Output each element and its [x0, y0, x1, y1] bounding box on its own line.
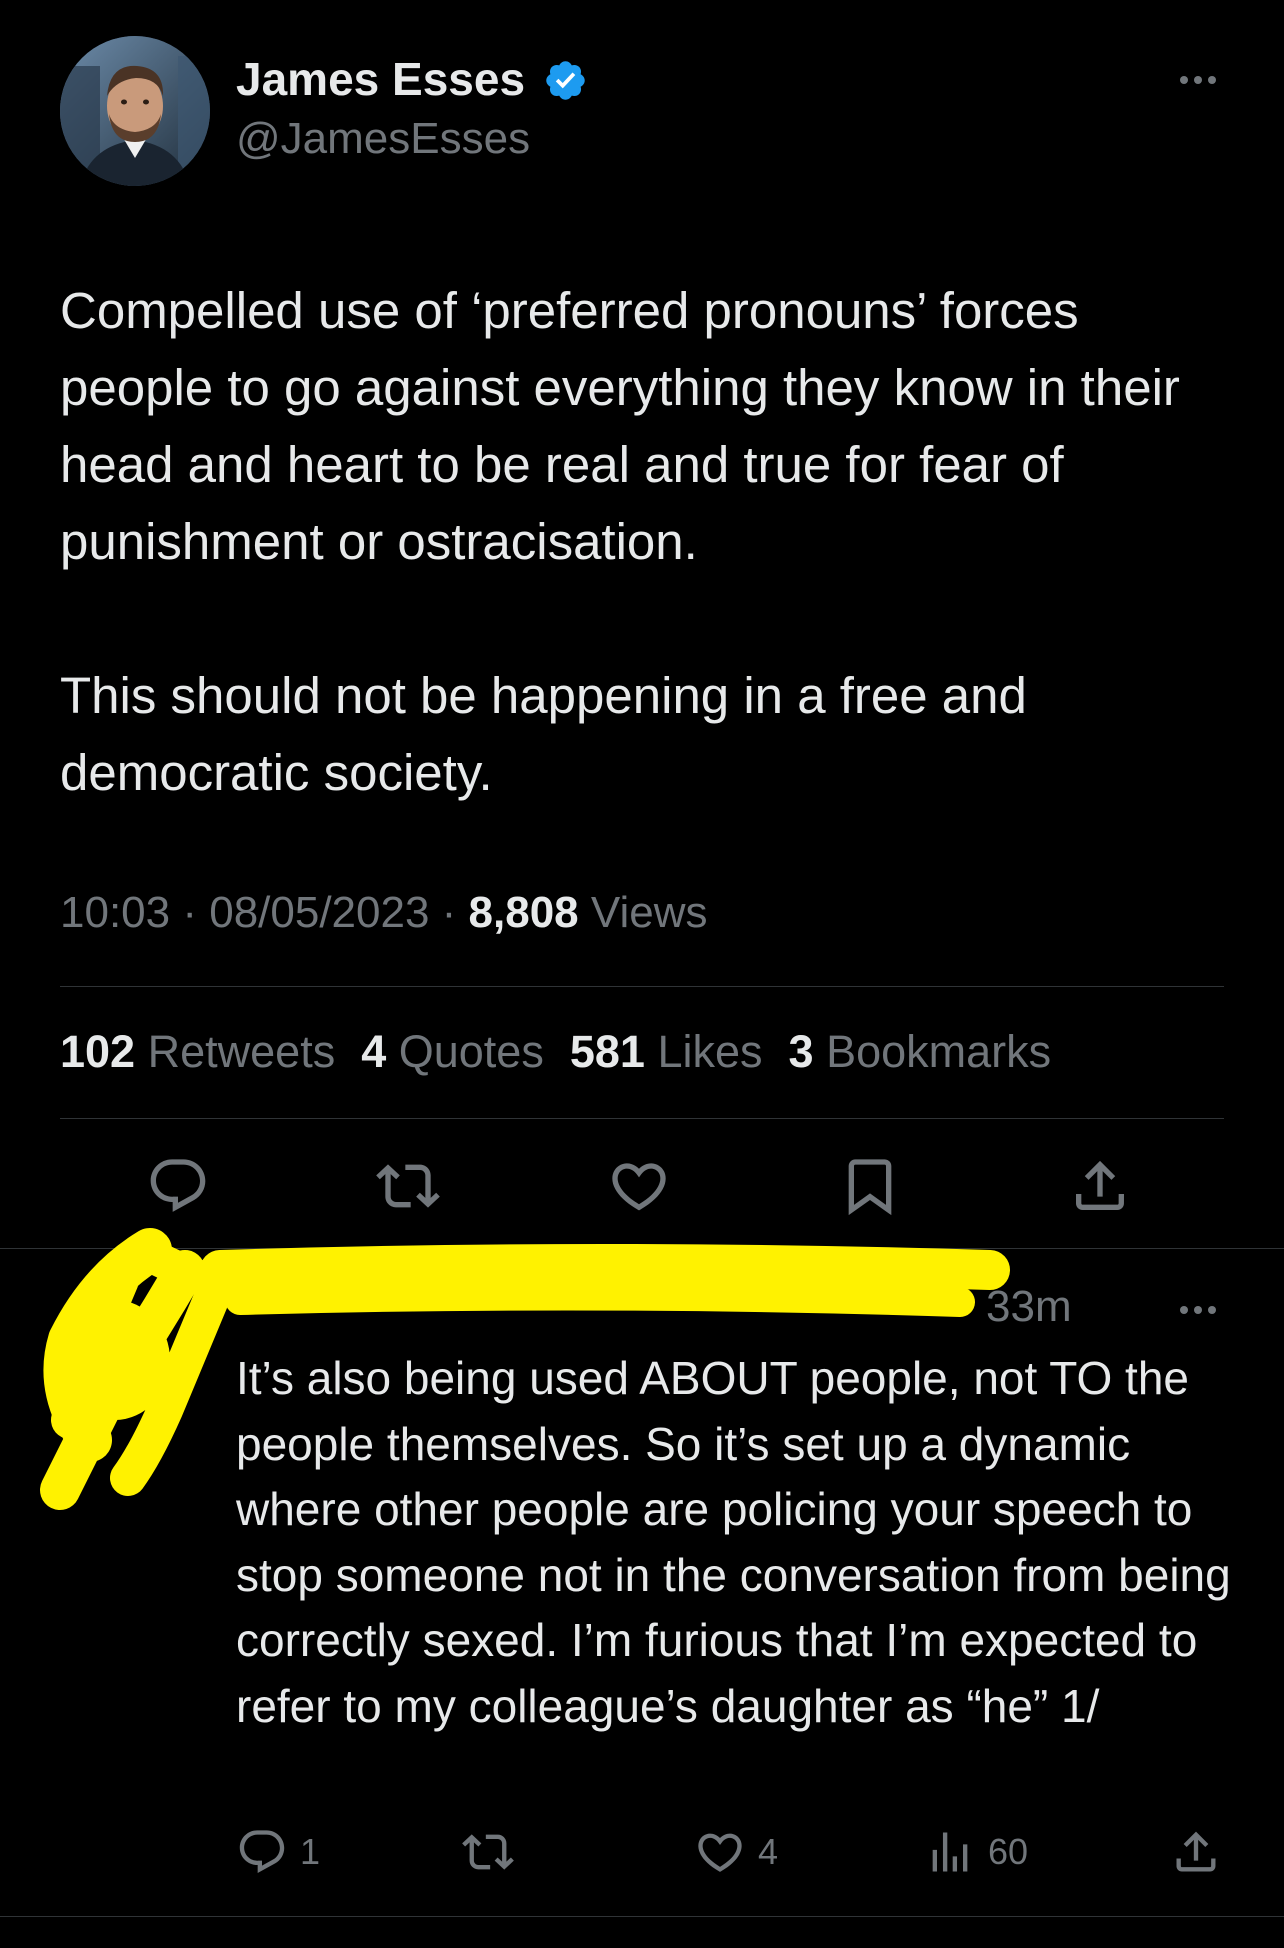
like-icon [698, 1833, 742, 1872]
author-display-name[interactable]: James Esses [236, 52, 525, 106]
tweet-text: Compelled use of ‘preferred pronouns’ fo… [60, 282, 1180, 801]
bookmarks-label: Bookmarks [826, 1026, 1052, 1077]
reply-time[interactable]: 33m [986, 1282, 1072, 1332]
more-options-icon[interactable] [1174, 62, 1222, 98]
reply-reply-button[interactable]: 1 [236, 1826, 320, 1878]
reply-icon[interactable] [146, 1154, 210, 1218]
verified-badge-icon [543, 58, 588, 103]
retweets-stat[interactable]: 102 Retweets [60, 1026, 335, 1077]
likes-count: 581 [569, 1026, 645, 1077]
divider [60, 1118, 1224, 1119]
reply-like-button[interactable]: 4 [694, 1826, 778, 1878]
views-label: Views [590, 888, 708, 937]
engagement-stats: 102 Retweets 4 Quotes 581 Likes 3 Bookmarks [60, 1026, 1051, 1078]
reply-like-count: 4 [758, 1831, 779, 1872]
retweet-icon[interactable] [376, 1154, 440, 1218]
reply-reply-count: 1 [300, 1831, 321, 1872]
bookmarks-stat[interactable]: 3 Bookmarks [789, 1026, 1052, 1077]
retweet-icon [462, 1834, 514, 1870]
likes-stat[interactable]: 581 Likes [570, 1026, 763, 1077]
reply-view-count: 60 [988, 1831, 1029, 1872]
reply-views-button[interactable]: 60 [924, 1826, 1028, 1878]
quotes-stat[interactable]: 4 Quotes [361, 1026, 544, 1077]
reply-retweet-button[interactable] [462, 1826, 514, 1878]
tweet-meta: 10:03 · 08/05/2023 · 8,808 Views [60, 888, 708, 937]
retweets-count: 102 [60, 1026, 136, 1077]
bookmarks-count: 3 [788, 1026, 814, 1077]
reply-share-button[interactable] [1170, 1826, 1222, 1878]
views-icon [932, 1832, 968, 1872]
reply-icon [239, 1830, 285, 1874]
like-icon[interactable] [607, 1154, 671, 1218]
quotes-label: Quotes [398, 1026, 544, 1077]
tweet-date[interactable]: 08/05/2023 [209, 888, 429, 937]
author-handle[interactable]: @JamesEsses [236, 114, 530, 164]
tweet-time[interactable]: 10:03 [60, 888, 170, 937]
divider [60, 986, 1224, 987]
author-avatar[interactable] [60, 36, 210, 186]
bookmark-icon[interactable] [838, 1154, 902, 1218]
share-icon [1176, 1831, 1216, 1872]
share-icon[interactable] [1068, 1154, 1132, 1218]
views-count: 8,808 [468, 888, 579, 937]
more-options-icon[interactable] [1174, 1292, 1222, 1328]
divider [0, 1916, 1284, 1917]
reply-text: It’s also being used ABOUT people, not T… [236, 1352, 1244, 1732]
retweets-label: Retweets [147, 1026, 336, 1077]
likes-label: Likes [657, 1026, 763, 1077]
quotes-count: 4 [361, 1026, 387, 1077]
